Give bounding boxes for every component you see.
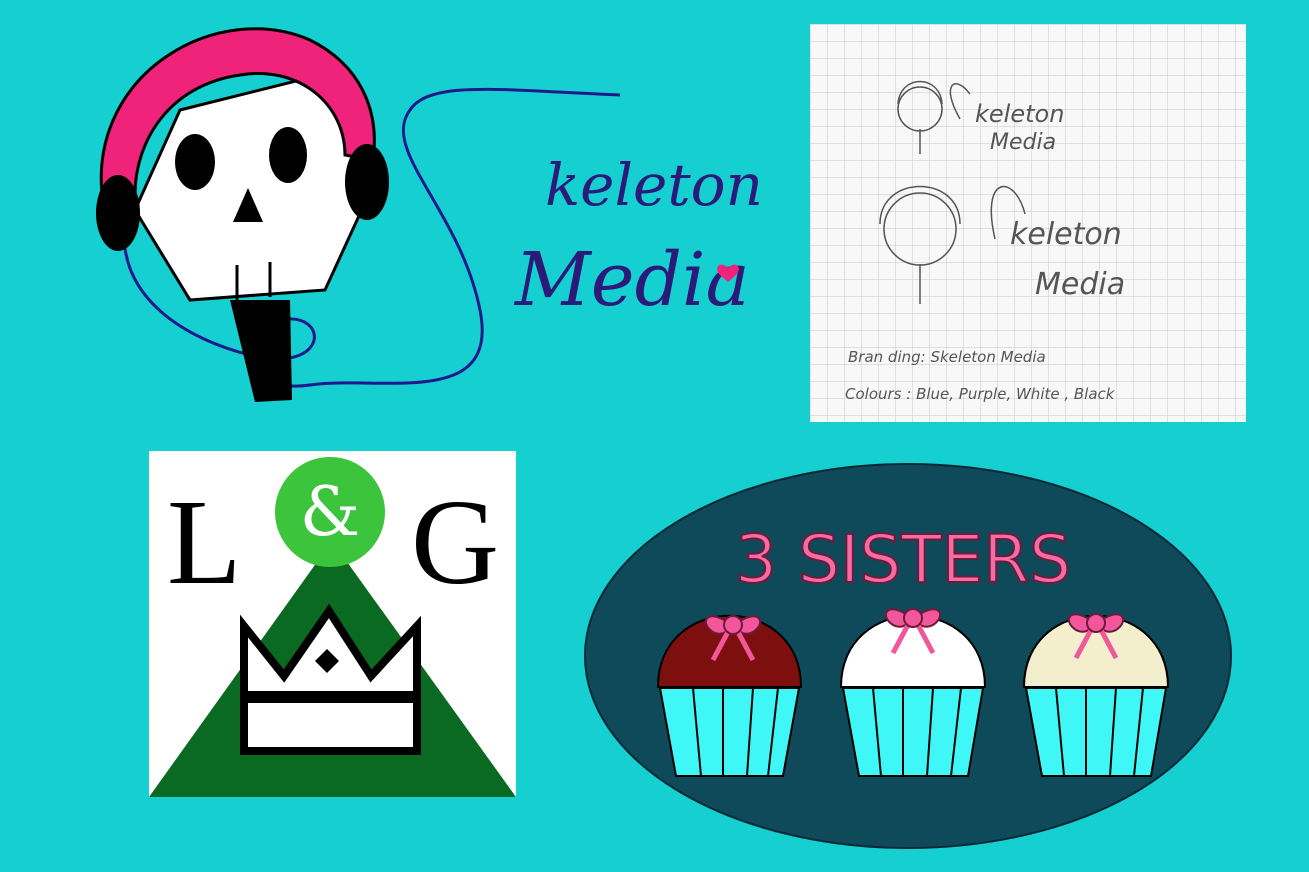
- small-sketch-line-2: Media: [990, 130, 1056, 155]
- cupcake-white: [839, 608, 987, 777]
- letter-g: G: [411, 475, 499, 610]
- right-ear-cup: [345, 144, 389, 220]
- wordmark-line-2: Media: [513, 237, 750, 323]
- large-sketch-line-1: keleton: [1010, 217, 1122, 252]
- left-eye: [175, 134, 215, 190]
- skeleton-media-logo: keleton Media: [80, 10, 780, 430]
- left-ear-cup: [96, 175, 140, 251]
- cupcake-cream: [1022, 613, 1170, 777]
- sketch-paper: keleton Media keleton Media Bran ding: S…: [810, 24, 1246, 422]
- crown-band: [252, 703, 409, 743]
- lg-logo: & L G: [149, 451, 516, 797]
- small-sketch-line-1: keleton: [975, 100, 1064, 128]
- skeleton-media-artwork: keleton Media: [96, 27, 763, 402]
- large-sketch-line-2: Media: [1035, 267, 1125, 302]
- three-sisters-logo: 3 SISTERS: [583, 462, 1233, 850]
- logo-title: 3 SISTERS: [735, 521, 1071, 598]
- ampersand: &: [300, 473, 361, 552]
- cupcake-red: [656, 614, 803, 777]
- letter-l: L: [167, 475, 242, 610]
- lg-artwork: & L G: [149, 457, 516, 797]
- wordmark-line-1: keleton: [545, 151, 763, 219]
- three-sisters-artwork: 3 SISTERS: [584, 463, 1232, 849]
- sketch-note-colours: Colours : Blue, Purple, White , Black: [845, 385, 1116, 403]
- right-eye: [269, 127, 307, 183]
- sketch-artwork: keleton Media keleton Media Bran ding: S…: [810, 24, 1246, 422]
- sketch-note-branding: Bran ding: Skeleton Media: [848, 348, 1046, 366]
